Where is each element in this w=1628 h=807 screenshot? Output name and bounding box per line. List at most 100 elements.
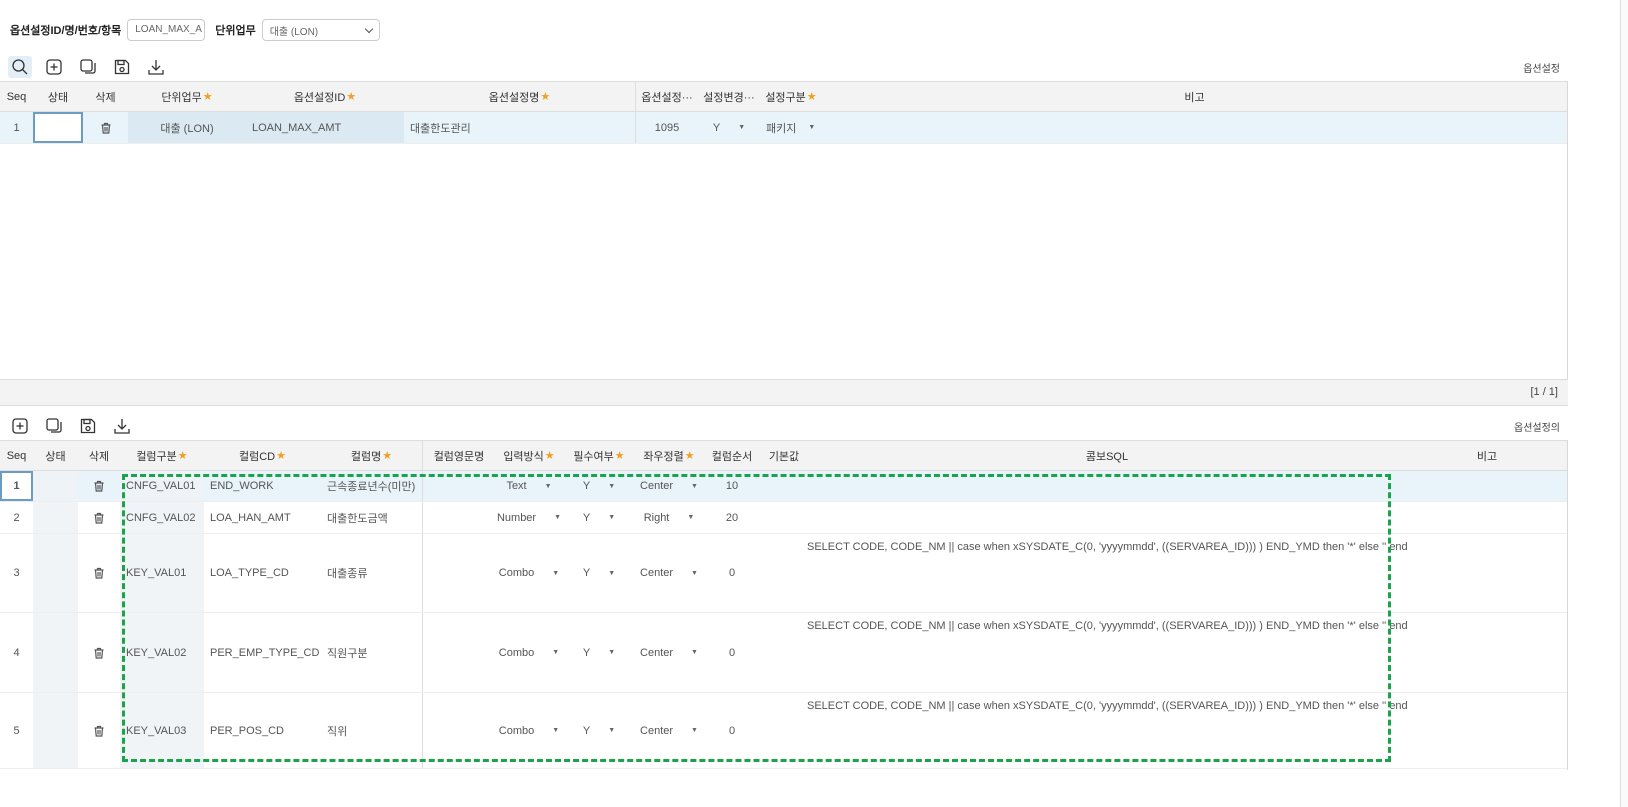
row-column-kind[interactable]: KEY_VAL01: [120, 534, 204, 612]
col-required[interactable]: 필수여부 ★: [563, 441, 635, 470]
col-seq[interactable]: Seq: [0, 441, 33, 470]
row-input-select[interactable]: Combo ▼: [495, 613, 563, 692]
row-note[interactable]: [1407, 471, 1567, 501]
row-status[interactable]: [33, 693, 78, 768]
col-change[interactable]: 설정변경···: [698, 82, 760, 111]
col-option-name[interactable]: 옵션설정명 ★: [404, 82, 636, 111]
row-align-select[interactable]: Center ▼: [635, 534, 703, 612]
col-order[interactable]: 컬럼순서: [703, 441, 761, 470]
col-option-no[interactable]: 옵션설정···: [636, 82, 698, 111]
row-default[interactable]: [761, 693, 807, 768]
row-note[interactable]: [822, 112, 1567, 143]
row-order[interactable]: 20: [703, 502, 761, 533]
row-input-select[interactable]: Text ▼: [495, 471, 563, 501]
row-combo-sql[interactable]: SELECT CODE, CODE_NM || case when xSYSDA…: [807, 693, 1407, 768]
table-row[interactable]: 1 대출 (LON) LOAN_MAX_AMT 대출한도관리 1095 Y ▼ 패…: [0, 112, 1567, 144]
row-column-eng[interactable]: [423, 471, 495, 501]
row-note[interactable]: [1407, 693, 1567, 768]
col-delete[interactable]: 삭제: [78, 441, 120, 470]
row-column-eng[interactable]: [423, 693, 495, 768]
row-status-cell[interactable]: [33, 112, 83, 143]
row-input-select[interactable]: Combo ▼: [495, 693, 563, 768]
row-column-name[interactable]: 직원구분: [321, 613, 423, 692]
row-kind-select[interactable]: 패키지 ▼: [760, 112, 822, 143]
row-note[interactable]: [1407, 502, 1567, 533]
col-align[interactable]: 좌우정렬 ★: [635, 441, 703, 470]
row-column-kind[interactable]: CNFG_VAL02: [120, 502, 204, 533]
detail-save-button[interactable]: [76, 415, 100, 437]
col-unit[interactable]: 단위업무 ★: [128, 82, 246, 111]
row-column-name[interactable]: 근속종료년수(미만): [321, 471, 423, 501]
row-align-select[interactable]: Right ▼: [635, 502, 703, 533]
row-required-select[interactable]: Y ▼: [563, 471, 635, 501]
row-input-select[interactable]: Number ▼: [495, 502, 563, 533]
col-combo-sql[interactable]: 콤보SQL: [807, 441, 1407, 470]
row-column-cd[interactable]: PER_POS_CD: [204, 693, 321, 768]
row-required-select[interactable]: Y ▼: [563, 534, 635, 612]
col-option-id[interactable]: 옵션설정ID ★: [246, 82, 404, 111]
unit-work-select[interactable]: 대출 (LON): [261, 19, 380, 41]
row-combo-sql[interactable]: [807, 502, 1407, 533]
col-input-type[interactable]: 입력방식 ★: [495, 441, 563, 470]
col-note[interactable]: 비고: [822, 82, 1567, 111]
row-column-name[interactable]: 대출한도금액: [321, 502, 423, 533]
row-align-select[interactable]: Center ▼: [635, 693, 703, 768]
add-button[interactable]: [42, 56, 66, 78]
row-order[interactable]: 10: [703, 471, 761, 501]
row-column-eng[interactable]: [423, 534, 495, 612]
row-column-eng[interactable]: [423, 613, 495, 692]
row-order[interactable]: 0: [703, 534, 761, 612]
col-default[interactable]: 기본값: [761, 441, 807, 470]
save-button[interactable]: [110, 56, 134, 78]
download-button[interactable]: [144, 56, 168, 78]
row-order[interactable]: 0: [703, 613, 761, 692]
row-option-no[interactable]: 1095: [636, 112, 698, 143]
detail-download-button[interactable]: [110, 415, 134, 437]
detail-copy-button[interactable]: [42, 415, 66, 437]
row-delete-button[interactable]: [78, 613, 120, 692]
table-row[interactable]: 5 KEY_VAL03 PER_POS_CD 직위 Combo ▼ Y ▼ Cent…: [0, 693, 1567, 769]
row-order[interactable]: 0: [703, 693, 761, 768]
col-column-eng[interactable]: 컬럼영문명: [423, 441, 495, 470]
row-combo-sql[interactable]: [807, 471, 1407, 501]
row-column-kind[interactable]: KEY_VAL03: [120, 693, 204, 768]
row-unit[interactable]: 대출 (LON): [128, 112, 246, 143]
table-row[interactable]: 2 CNFG_VAL02 LOA_HAN_AMT 대출한도금액 Number ▼ …: [0, 502, 1567, 534]
col-note[interactable]: 비고: [1407, 441, 1567, 470]
row-status[interactable]: [33, 502, 78, 533]
row-column-cd[interactable]: LOA_TYPE_CD: [204, 534, 321, 612]
row-combo-sql[interactable]: SELECT CODE, CODE_NM || case when xSYSDA…: [807, 534, 1407, 612]
row-column-eng[interactable]: [423, 502, 495, 533]
row-input-select[interactable]: Combo ▼: [495, 534, 563, 612]
row-delete-button[interactable]: [83, 112, 128, 143]
col-column-cd[interactable]: 컬럼CD ★: [204, 441, 321, 470]
col-seq[interactable]: Seq: [0, 82, 33, 111]
row-column-kind[interactable]: KEY_VAL02: [120, 613, 204, 692]
row-note[interactable]: [1407, 534, 1567, 612]
table-row[interactable]: 1 CNFG_VAL01 END_WORK 근속종료년수(미만) Text ▼ Y…: [0, 471, 1567, 502]
row-option-id[interactable]: LOAN_MAX_AMT: [246, 112, 404, 143]
row-column-cd[interactable]: LOA_HAN_AMT: [204, 502, 321, 533]
search-button[interactable]: [8, 56, 32, 78]
row-default[interactable]: [761, 471, 807, 501]
col-kind[interactable]: 설정구분 ★: [760, 82, 822, 111]
table-row[interactable]: 3 KEY_VAL01 LOA_TYPE_CD 대출종류 Combo ▼ Y ▼ C…: [0, 534, 1567, 613]
row-delete-button[interactable]: [78, 471, 120, 501]
row-default[interactable]: [761, 613, 807, 692]
col-delete[interactable]: 삭제: [83, 82, 128, 111]
row-required-select[interactable]: Y ▼: [563, 502, 635, 533]
row-default[interactable]: [761, 502, 807, 533]
row-status[interactable]: [33, 613, 78, 692]
row-required-select[interactable]: Y ▼: [563, 613, 635, 692]
option-id-input[interactable]: LOAN_MAX_A: [127, 19, 206, 41]
copy-button[interactable]: [76, 56, 100, 78]
col-column-name[interactable]: 컬럼명 ★: [321, 441, 423, 470]
row-delete-button[interactable]: [78, 693, 120, 768]
row-option-name[interactable]: 대출한도관리: [404, 112, 636, 143]
row-combo-sql[interactable]: SELECT CODE, CODE_NM || case when xSYSDA…: [807, 613, 1407, 692]
row-align-select[interactable]: Center ▼: [635, 613, 703, 692]
table-row[interactable]: 4 KEY_VAL02 PER_EMP_TYPE_CD 직원구분 Combo ▼ …: [0, 613, 1567, 693]
col-status[interactable]: 상태: [33, 82, 83, 111]
row-note[interactable]: [1407, 613, 1567, 692]
row-status[interactable]: [33, 471, 78, 501]
